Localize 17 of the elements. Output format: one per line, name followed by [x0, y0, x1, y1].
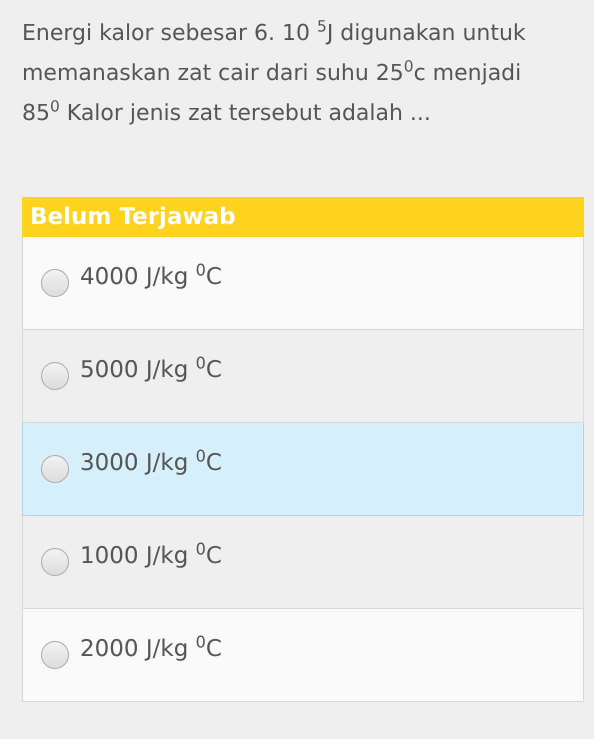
radio-button[interactable]	[41, 362, 69, 390]
answer-option[interactable]: 2000 J/kg $^{0}$C	[22, 609, 584, 702]
option-label: 3000 J/kg $^{0}$C	[80, 445, 222, 478]
radio-button[interactable]	[41, 455, 69, 483]
radio-button[interactable]	[41, 269, 69, 297]
option-label: 4000 J/kg $^{0}$C	[80, 259, 222, 292]
status-header: Belum Terjawab	[22, 197, 584, 237]
answer-option[interactable]: 3000 J/kg $^{0}$C	[22, 423, 584, 516]
radio-button[interactable]	[41, 641, 69, 669]
answer-option[interactable]: 4000 J/kg $^{0}$C	[22, 237, 584, 330]
answer-option[interactable]: 5000 J/kg $^{0}$C	[22, 330, 584, 423]
radio-button[interactable]	[41, 548, 69, 576]
answer-option[interactable]: 1000 J/kg $^{0}$C	[22, 516, 584, 609]
option-label: 2000 J/kg $^{0}$C	[80, 631, 222, 664]
option-label: 5000 J/kg $^{0}$C	[80, 352, 222, 385]
question-text: Energi kalor sebesar 6. 10 $^{5}$J digunakan untuk memanaskan zat cair dari suhu 25$^{0}$c menjadi 85$^{0}$ Kalor jenis zat tersebut adalah ...	[22, 16, 527, 128]
option-label: 1000 J/kg $^{0}$C	[80, 538, 222, 571]
